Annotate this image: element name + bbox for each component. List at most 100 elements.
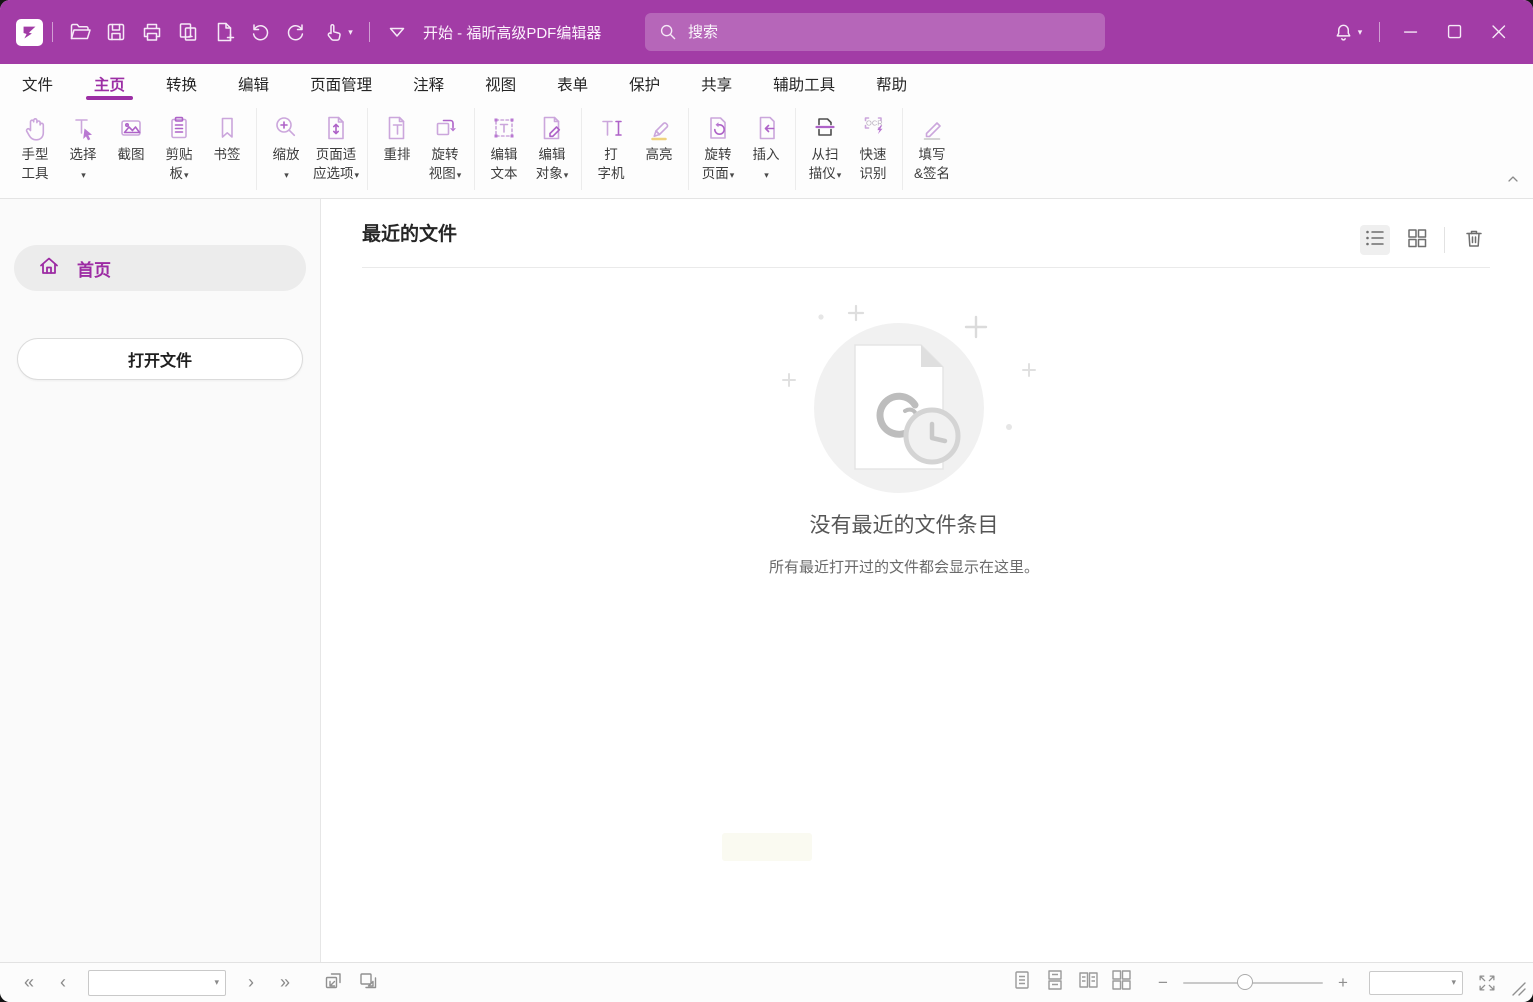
app-window: ▾ 开始 - 福昕高级PDF编辑器 ▾: [0, 0, 1533, 1002]
zoom-slider-thumb[interactable]: [1237, 974, 1253, 990]
clipboard-button[interactable]: 剪贴板▾: [155, 108, 203, 187]
tab-protect[interactable]: 保护: [627, 64, 662, 103]
reflow-button[interactable]: 重排: [373, 108, 421, 166]
tab-form[interactable]: 表单: [555, 64, 590, 103]
window-title: 开始 - 福昕高级PDF编辑器: [423, 22, 601, 43]
maximize-button[interactable]: [1433, 14, 1477, 50]
close-button[interactable]: [1477, 14, 1521, 50]
redo-button[interactable]: [278, 14, 314, 50]
next-view-button[interactable]: [352, 969, 382, 997]
tab-comment[interactable]: 注释: [411, 64, 446, 103]
select-button[interactable]: 选择▾: [59, 108, 107, 187]
collapse-ribbon-button[interactable]: [1505, 171, 1521, 192]
tab-file[interactable]: 文件: [20, 64, 55, 103]
tab-home[interactable]: 主页: [92, 64, 127, 103]
clear-recent-button[interactable]: [1459, 225, 1489, 255]
rotate-view-button[interactable]: 旋转视图▾: [421, 108, 469, 187]
tab-assist-tools[interactable]: 辅助工具: [771, 64, 837, 103]
zoom-level-combobox[interactable]: ▾: [1369, 971, 1463, 995]
tab-help[interactable]: 帮助: [874, 64, 909, 103]
single-page-view-button[interactable]: [1009, 970, 1035, 996]
list-view-button[interactable]: [1360, 225, 1390, 255]
tab-convert[interactable]: 转换: [164, 64, 199, 103]
previous-view-button[interactable]: [316, 969, 346, 997]
redo-icon: [284, 20, 308, 44]
copy-page-button[interactable]: [170, 14, 206, 50]
hand-tool-button[interactable]: 手型工具: [11, 108, 59, 185]
undo-icon: [248, 20, 272, 44]
home-icon: [35, 252, 63, 285]
fill-sign-button[interactable]: 填写&签名: [908, 108, 956, 185]
edit-object-button[interactable]: 编辑对象▾: [528, 108, 576, 187]
prev-page-button[interactable]: ‹: [46, 969, 80, 997]
double-chevron-right-icon: »: [280, 972, 290, 993]
new-document-icon: [212, 20, 236, 44]
dropdown-caret-icon: ▾: [457, 170, 462, 180]
grid-view-button[interactable]: [1402, 225, 1432, 255]
print-button[interactable]: [134, 14, 170, 50]
hand-pointer-icon: [321, 20, 345, 44]
facing-continuous-icon: [1109, 968, 1133, 997]
notifications-button[interactable]: ▾: [1324, 14, 1370, 50]
sidebar-item-home[interactable]: 首页: [14, 245, 306, 291]
fullscreen-button[interactable]: [1473, 969, 1501, 997]
insert-pages-button[interactable]: 插入▾: [742, 108, 790, 187]
plus-icon: +: [1338, 973, 1348, 992]
page-number-combobox[interactable]: ▾: [88, 970, 226, 996]
ribbon-group-reflow: 重排 旋转视图▾: [368, 108, 475, 190]
zoom-in-button[interactable]: +: [1331, 973, 1355, 993]
sidebar-home-label: 首页: [77, 256, 111, 281]
open-file-sidebar-button[interactable]: 打开文件: [17, 338, 303, 380]
edit-text-icon: [488, 110, 520, 145]
title-bar: ▾ 开始 - 福昕高级PDF编辑器 ▾: [0, 0, 1533, 64]
rotate-view-icon: [429, 110, 461, 145]
undo-button[interactable]: [242, 14, 278, 50]
zoom-slider[interactable]: [1183, 982, 1323, 984]
scanner-icon: [809, 110, 841, 145]
dropdown-caret-icon: ▾: [81, 170, 86, 180]
bookmark-button[interactable]: 书签: [203, 108, 251, 166]
open-file-button[interactable]: [62, 14, 98, 50]
dropdown-caret-icon: ▾: [184, 170, 189, 180]
zoom-button[interactable]: 缩放▾: [262, 108, 310, 187]
zoom-out-button[interactable]: −: [1151, 973, 1175, 993]
foxit-logo-icon[interactable]: [16, 19, 43, 46]
hand-mode-button[interactable]: ▾: [314, 14, 360, 50]
minus-icon: −: [1158, 973, 1168, 992]
tab-page-manage[interactable]: 页面管理: [308, 64, 374, 103]
copy-page-icon: [176, 20, 200, 44]
select-cursor-icon: [67, 110, 99, 145]
chevron-left-icon: ‹: [60, 972, 66, 993]
ribbon-tabs: 文件 主页 转换 编辑 页面管理 注释 视图 表单 保护 共享 辅助工具 帮助: [0, 64, 1533, 103]
snapshot-button[interactable]: 截图: [107, 108, 155, 166]
facing-view-button[interactable]: [1075, 970, 1101, 996]
continuous-view-button[interactable]: [1042, 970, 1068, 996]
from-scanner-button[interactable]: 从扫描仪▾: [801, 108, 849, 187]
quick-ocr-button[interactable]: OCR 快速识别: [849, 108, 897, 185]
edit-text-button[interactable]: 编辑文本: [480, 108, 528, 185]
tab-share[interactable]: 共享: [699, 64, 734, 103]
facing-continuous-view-button[interactable]: [1108, 970, 1134, 996]
triangle-down-icon: [385, 20, 409, 44]
tab-edit[interactable]: 编辑: [236, 64, 271, 103]
first-page-button[interactable]: «: [12, 969, 46, 997]
search-icon: [657, 21, 679, 43]
sidebar: 首页 打开文件: [0, 199, 321, 962]
tab-view[interactable]: 视图: [483, 64, 518, 103]
next-page-button[interactable]: ›: [234, 969, 268, 997]
ribbon-group-pages: 旋转页面▾ 插入▾: [689, 108, 796, 190]
last-page-button[interactable]: »: [268, 969, 302, 997]
rotate-pages-button[interactable]: 旋转页面▾: [694, 108, 742, 187]
minimize-button[interactable]: [1389, 14, 1433, 50]
highlight-button[interactable]: 高亮: [635, 108, 683, 166]
search-box[interactable]: [645, 13, 1105, 51]
new-document-button[interactable]: [206, 14, 242, 50]
page-fit-icon: [320, 110, 352, 145]
typewriter-button[interactable]: 打字机: [587, 108, 635, 185]
page-fit-options-button[interactable]: 页面适应选项▾: [310, 108, 362, 187]
save-button[interactable]: [98, 14, 134, 50]
ribbon-layout-toggle-button[interactable]: [379, 14, 415, 50]
save-icon: [104, 20, 128, 44]
resize-grip[interactable]: [1503, 969, 1527, 997]
search-input[interactable]: [688, 24, 1093, 41]
